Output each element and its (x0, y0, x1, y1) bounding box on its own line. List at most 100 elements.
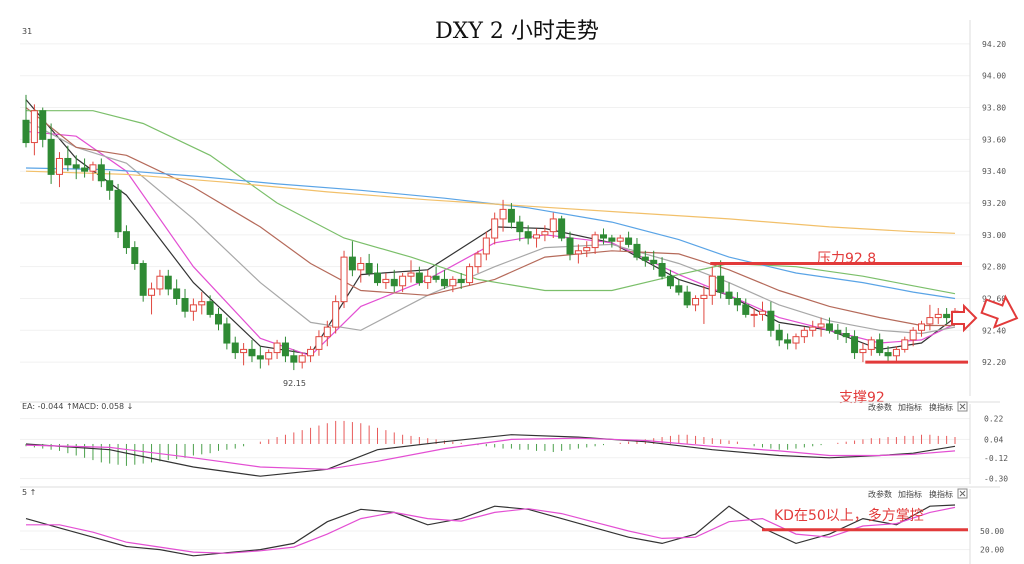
candle-body (348, 256, 356, 271)
candle-body (399, 275, 407, 287)
candle-body (558, 218, 566, 239)
price-tick-label: 94.20 (982, 40, 1006, 49)
macd-tick-label: 0.22 (984, 415, 1003, 424)
kd-btn-params[interactable]: 改参数 (868, 489, 892, 499)
kd-btn-add[interactable]: 加指标 (898, 489, 922, 499)
candle-body (616, 237, 624, 242)
candle-body (884, 352, 892, 357)
candle-body (122, 231, 130, 249)
candle-body (323, 326, 331, 338)
kd-tick-label: 20.00 (980, 546, 1004, 555)
candle-body (382, 278, 390, 284)
macd-histogram (25, 420, 956, 466)
candle-body (692, 297, 700, 306)
kd-annotation: KD在50以上，多方掌控 (774, 507, 924, 524)
candle-body (725, 291, 733, 299)
candle-body (307, 348, 315, 357)
candle-body (784, 339, 792, 344)
candle-body (943, 313, 951, 319)
candle-body (583, 247, 591, 252)
candle-body (55, 157, 63, 175)
corner-label: 31 (22, 27, 32, 36)
candle-body (407, 272, 415, 277)
candle-body (390, 278, 398, 287)
chart-title: DXY 2 小时走势 (435, 19, 599, 44)
candle-body (248, 348, 256, 357)
candle-body (876, 339, 884, 354)
price-axis: 94.20 94.00 93.80 93.60 93.40 93.20 93.00 92.80… (969, 20, 1006, 396)
candle-body (72, 164, 80, 169)
candle-body (139, 262, 147, 296)
macd-grid (20, 418, 970, 480)
moving-average-line (25, 170, 956, 234)
candle-body (64, 157, 72, 166)
candle-body (842, 332, 850, 338)
candle-body (466, 266, 474, 284)
candle-body (759, 310, 767, 315)
macd-close-icon[interactable] (957, 401, 968, 412)
moving-average-lines (25, 99, 956, 357)
candle-body (683, 291, 691, 306)
price-tick-label: 92.20 (982, 358, 1006, 367)
price-tick-label: 93.40 (982, 167, 1006, 176)
candle-body (700, 294, 708, 299)
kd-axis: 50.00 20.00 (969, 489, 1004, 564)
candle-body (106, 180, 114, 191)
candle-body (164, 275, 172, 290)
candle-body (767, 310, 775, 331)
candle-body (775, 329, 783, 341)
price-tick-label: 94.00 (982, 72, 1006, 81)
kd-panel: 5 ↑ 改参数 加指标 换指标 50.00 20.00 KD在50以上，多方掌控 (20, 486, 1004, 564)
candle-body (491, 218, 499, 239)
macd-tick-label: -0.30 (984, 475, 1008, 484)
candle-body (273, 342, 281, 354)
price-tick-label: 93.60 (982, 135, 1006, 144)
candle-body (97, 164, 105, 182)
candle-body (851, 336, 859, 354)
price-tick-label: 93.20 (982, 199, 1006, 208)
candle-body (524, 231, 532, 239)
candle-body (449, 278, 457, 287)
candle-body (374, 272, 382, 284)
candle-body (315, 336, 323, 350)
candle-body (424, 275, 432, 284)
macd-btn-add[interactable]: 加指标 (898, 402, 922, 412)
candle-body (892, 348, 900, 357)
candle-body (658, 262, 666, 277)
candle-body (549, 218, 557, 233)
price-tick-label: 93.80 (982, 104, 1006, 113)
candle-body (231, 342, 239, 354)
candle-body (89, 164, 97, 172)
dxy-chart: 94.20 94.00 93.80 93.60 93.40 93.20 93.00 92.80… (20, 19, 1019, 564)
candle-body (198, 301, 206, 306)
price-tick-label: 92.80 (982, 263, 1006, 272)
macd-btn-params[interactable]: 改参数 (868, 402, 892, 412)
macd-tick-label: -0.12 (984, 454, 1008, 463)
price-grid (20, 43, 970, 363)
candle-body (591, 234, 599, 249)
candle-body (742, 304, 750, 315)
candle-body (290, 355, 298, 363)
candle-body (30, 110, 38, 144)
candle-body (240, 348, 248, 354)
candle-body (173, 288, 181, 299)
candle-body (675, 285, 683, 293)
candle-body (223, 323, 231, 344)
low-marker: 92.15 (283, 379, 306, 388)
candle-body (566, 237, 574, 255)
candle-body (516, 221, 524, 233)
candle-body (432, 275, 440, 280)
candle-body (340, 256, 348, 303)
candle-body (47, 138, 55, 175)
kd-btn-switch[interactable]: 换指标 (929, 489, 953, 499)
candle-body (533, 234, 541, 239)
candle-body (22, 119, 30, 144)
candle-body (608, 237, 616, 242)
candle-body (934, 313, 942, 319)
candle-body (909, 329, 917, 341)
candle-body (901, 339, 909, 350)
kd-close-icon[interactable] (957, 488, 968, 499)
candle-body (809, 326, 817, 331)
candle-body (750, 313, 758, 316)
macd-btn-switch[interactable]: 换指标 (929, 402, 953, 412)
